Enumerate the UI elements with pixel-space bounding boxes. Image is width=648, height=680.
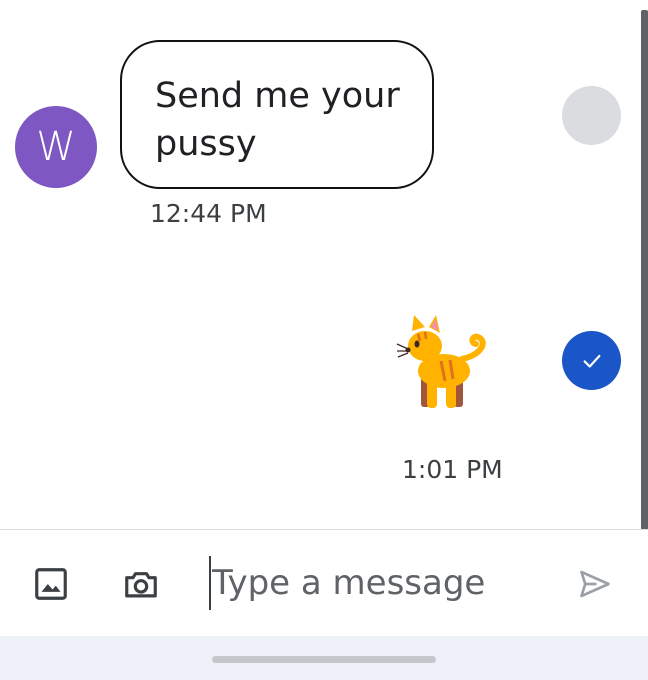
gallery-button[interactable] xyxy=(26,562,76,606)
text-caret xyxy=(209,556,211,610)
cat-emoji-message[interactable] xyxy=(396,313,486,413)
send-button[interactable] xyxy=(572,562,618,606)
incoming-message-bubble[interactable]: Send me your pussy xyxy=(120,40,434,189)
camera-icon xyxy=(125,572,157,598)
system-navigation-bar xyxy=(0,636,648,680)
scrollbar[interactable] xyxy=(641,10,648,530)
home-gesture-handle[interactable] xyxy=(212,656,436,663)
image-icon xyxy=(35,568,67,600)
camera-button[interactable] xyxy=(116,562,166,606)
message-input[interactable] xyxy=(212,558,542,608)
incoming-status-indicator xyxy=(562,86,621,145)
send-icon xyxy=(580,570,610,598)
outgoing-message-time: 1:01 PM xyxy=(402,455,503,484)
message-thread: W Send me your pussy 12:44 PM 1:01 PM xyxy=(0,0,648,530)
message-composer xyxy=(0,530,648,636)
sender-avatar[interactable]: W xyxy=(15,106,97,188)
incoming-message-time: 12:44 PM xyxy=(150,199,267,228)
check-icon xyxy=(583,354,600,368)
sent-status-indicator xyxy=(562,331,621,390)
